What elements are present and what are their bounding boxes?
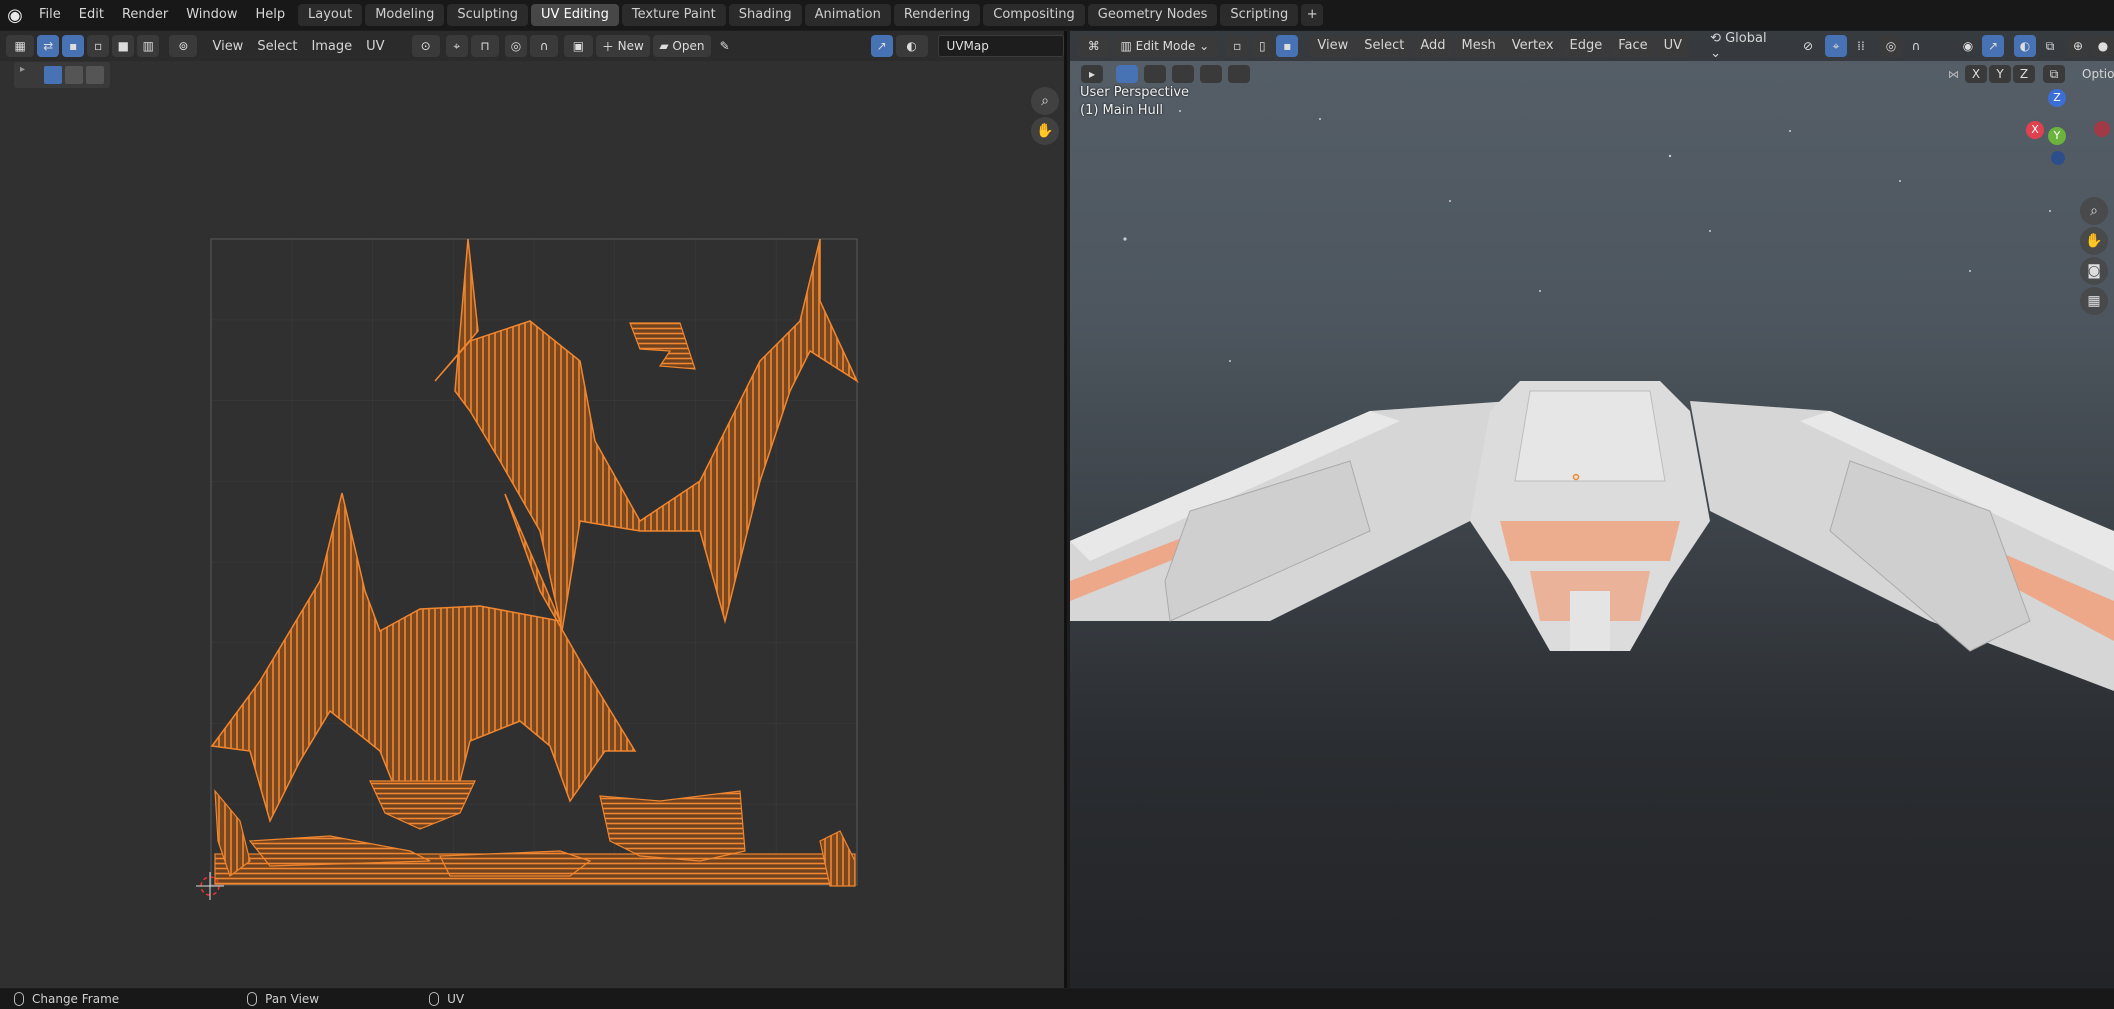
pivot-point-icon[interactable]: ⊘ — [1797, 35, 1819, 57]
image-browse-icon[interactable]: ▣ — [564, 35, 593, 57]
edge-mode-icon[interactable]: ▯ — [1251, 35, 1274, 57]
mode-select[interactable]: ▥ Edit Mode ⌄ — [1112, 35, 1219, 57]
snap-target-icon[interactable]: ⊓ — [470, 35, 500, 57]
ortho-toggle-icon[interactable]: ▦ — [2080, 287, 2108, 315]
3d-viewport[interactable]: ⌘ ▥ Edit Mode ⌄ ▫ ▯ ▪ View Select Add Me… — [1070, 31, 2114, 988]
viewport-header: ⌘ ▥ Edit Mode ⌄ ▫ ▯ ▪ View Select Add Me… — [1070, 31, 2114, 61]
snap-icon[interactable]: ⌖ — [1825, 35, 1847, 57]
tab-sculpting[interactable]: Sculpting — [447, 4, 529, 26]
menu-window[interactable]: Window — [177, 0, 246, 30]
viewport-editor-type-icon[interactable]: ⌘ — [1078, 35, 1110, 57]
orientation-select[interactable]: ⟲ Global ⌄ — [1703, 31, 1787, 61]
open-image-label: Open — [672, 39, 705, 53]
status-change-frame: Change Frame — [14, 992, 119, 1006]
status-uv: UV — [429, 992, 464, 1006]
blender-logo-icon[interactable]: ◉ — [0, 0, 30, 30]
visibility-icon[interactable]: ◉ — [1957, 35, 1979, 57]
tab-shading[interactable]: Shading — [728, 4, 802, 26]
status-right-label: UV — [447, 992, 465, 1006]
tab-scripting[interactable]: Scripting — [1220, 4, 1299, 26]
viewport-menu-add[interactable]: Add — [1413, 35, 1453, 57]
sticky-select-icon[interactable]: ⊚ — [169, 35, 198, 57]
editor-type-icon[interactable]: ▦ — [6, 35, 35, 57]
tab-compositing[interactable]: Compositing — [983, 4, 1085, 26]
vertex-mode-icon[interactable]: ▫ — [1226, 35, 1249, 57]
stars — [1123, 110, 2051, 362]
orientation-label: Global — [1725, 31, 1767, 46]
axis-neg-z-icon[interactable] — [2051, 151, 2065, 165]
viewport-menu-select[interactable]: Select — [1357, 35, 1412, 57]
overlay-toggle-icon[interactable]: ◐ — [2014, 35, 2036, 57]
axis-y-icon[interactable]: Y — [2048, 127, 2066, 145]
uv-editor-header: ▦ ⇄ ▪ ▫ ■ ▥ ⊚ View Select Image UV ⊙ ⌖ ⊓… — [0, 31, 1065, 61]
shading-wireframe-icon[interactable]: ⊕ — [2067, 35, 2089, 57]
uv-menu-uv[interactable]: UV — [359, 39, 391, 54]
menu-render[interactable]: Render — [113, 0, 177, 30]
falloff-icon[interactable]: ∩ — [530, 35, 559, 57]
camera-view-icon[interactable]: ◙ — [2080, 257, 2108, 285]
new-image-label: New — [617, 39, 644, 53]
face-select-icon[interactable]: ■ — [112, 35, 135, 57]
snap-options-icon[interactable]: ⁞⁞ — [1850, 35, 1872, 57]
uv-menu-select[interactable]: Select — [250, 39, 304, 54]
tab-animation[interactable]: Animation — [804, 4, 891, 26]
sync-selection-icon[interactable]: ⇄ — [37, 35, 60, 57]
proportional-edit-icon[interactable]: ◎ — [505, 35, 528, 57]
viewport-menu-edge[interactable]: Edge — [1562, 35, 1610, 57]
mouse-right-icon — [429, 992, 440, 1006]
uv-menu-image[interactable]: Image — [304, 39, 359, 54]
edge-select-icon[interactable]: ▫ — [87, 35, 110, 57]
face-mode-icon[interactable]: ▪ — [1276, 35, 1299, 57]
mouse-middle-icon — [247, 992, 258, 1006]
mode-label: Edit Mode — [1135, 39, 1196, 53]
tab-geometry-nodes[interactable]: Geometry Nodes — [1087, 4, 1218, 26]
proportional-falloff-icon[interactable]: ∩ — [1905, 35, 1927, 57]
add-workspace-icon[interactable]: + — [1301, 4, 1324, 26]
axis-x-icon[interactable]: X — [2026, 121, 2044, 139]
menu-edit[interactable]: Edit — [70, 0, 113, 30]
uv-editor[interactable]: ▦ ⇄ ▪ ▫ ■ ▥ ⊚ View Select Image UV ⊙ ⌖ ⊓… — [0, 31, 1067, 988]
proportional-icon[interactable]: ◎ — [1880, 35, 1902, 57]
menu-help[interactable]: Help — [247, 0, 295, 30]
viewport-menu-mesh[interactable]: Mesh — [1454, 35, 1503, 57]
menu-file[interactable]: File — [30, 0, 70, 30]
viewport-pan-icon[interactable]: ✋ — [2080, 227, 2108, 255]
gizmo-toggle-icon[interactable]: ↗ — [1982, 35, 2004, 57]
status-middle-label: Pan View — [265, 992, 320, 1006]
snap-toggle-icon[interactable]: ⌖ — [445, 35, 468, 57]
pin-icon[interactable]: ✎ — [714, 35, 736, 57]
tab-layout[interactable]: Layout — [298, 4, 363, 26]
tab-rendering[interactable]: Rendering — [893, 4, 981, 26]
viewport-scene — [1070, 110, 2114, 691]
workspace-tabs: Layout Modeling Sculpting UV Editing Tex… — [298, 4, 1324, 28]
uv-overlay-toggle-icon[interactable]: ◐ — [895, 35, 928, 57]
status-pan-view: Pan View — [247, 992, 319, 1006]
open-image-button[interactable]: ▰ Open — [653, 35, 711, 57]
mouse-left-icon — [14, 992, 24, 1006]
viewport-zoom-icon[interactable]: ⌕ — [2080, 197, 2108, 225]
viewport-menu-vertex[interactable]: Vertex — [1504, 35, 1561, 57]
vertex-select-icon[interactable]: ▪ — [62, 35, 85, 57]
status-left-label: Change Frame — [32, 992, 120, 1006]
viewport-menu-face[interactable]: Face — [1611, 35, 1655, 57]
spaceship-mesh[interactable] — [1070, 381, 2114, 691]
axis-z-icon[interactable]: Z — [2048, 89, 2066, 107]
shading-solid-icon[interactable]: ● — [2092, 35, 2114, 57]
axis-neg-x-icon[interactable] — [2094, 121, 2110, 137]
uv-canvas[interactable] — [0, 61, 1064, 987]
pivot-icon[interactable]: ⊙ — [411, 35, 440, 57]
new-image-button[interactable]: ＋ New — [595, 35, 651, 57]
navigation-gizmo[interactable]: Z X Y — [2010, 89, 2110, 199]
tab-modeling[interactable]: Modeling — [365, 4, 445, 26]
viewport-menu-uv[interactable]: UV — [1656, 35, 1690, 57]
status-bar: Change Frame Pan View UV — [0, 989, 2114, 1009]
viewport-menu-view[interactable]: View — [1310, 35, 1356, 57]
uv-gizmo-toggle-icon[interactable]: ↗ — [870, 35, 893, 57]
uvmap-field[interactable]: UVMap — [937, 35, 1065, 57]
tab-uv-editing[interactable]: UV Editing — [531, 4, 619, 26]
xray-icon[interactable]: ⧉ — [2039, 35, 2061, 57]
tab-texture-paint[interactable]: Texture Paint — [621, 4, 726, 26]
uv-menu-view[interactable]: View — [205, 39, 250, 54]
island-select-icon[interactable]: ▥ — [137, 35, 160, 57]
